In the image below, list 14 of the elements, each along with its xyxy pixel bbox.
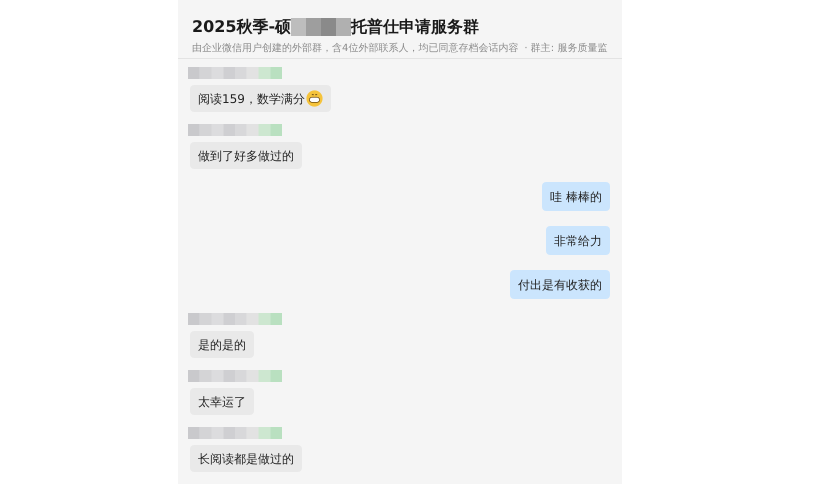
sent-message-bubble: 付出是有收获的: [510, 270, 610, 299]
grin-emoji-icon: [306, 90, 323, 107]
blurred-title-drawing: [291, 16, 352, 38]
sent-message-bubble: 非常给力: [546, 226, 610, 255]
group-owner: · 群主: 服务质量监: [524, 42, 608, 56]
received-message-bubble: 太幸运了: [190, 388, 254, 415]
received-message-bubble: 阅读159，数学满分: [190, 85, 331, 112]
received-message-bubble: 长阅读都是做过的: [190, 445, 302, 472]
group-description: 由企业微信用户创建的外部群，含4位外部联系人，均已同意存档会话内容: [192, 42, 518, 56]
received-message-bubble: 是的是的: [190, 331, 254, 358]
group-title: 托普仕申请服务群: [351, 16, 480, 38]
group-title: 2025秋季-硕: [192, 16, 292, 38]
received-message-bubble: 做到了好多做过的: [190, 142, 302, 169]
sent-message-bubble: 哇 棒棒的: [542, 182, 610, 211]
